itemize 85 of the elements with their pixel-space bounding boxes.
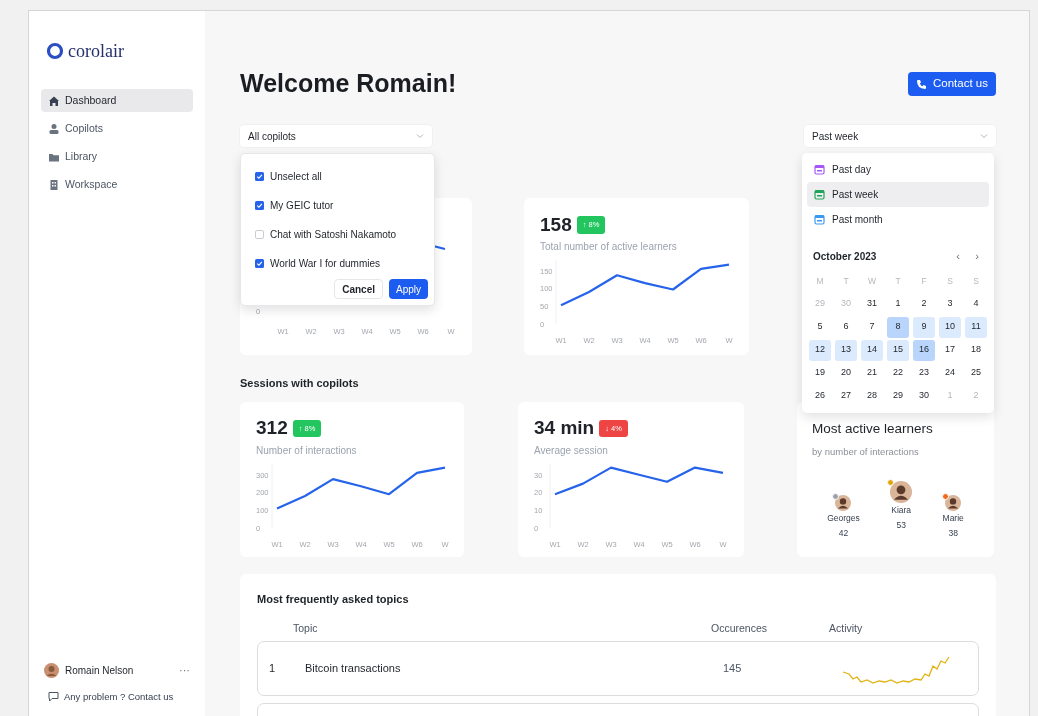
nav-item[interactable]: Dashboard <box>41 89 193 112</box>
apply-button[interactable]: Apply <box>389 279 428 299</box>
weekday-label: T <box>894 275 902 289</box>
learner-count: 38 <box>948 526 958 540</box>
column-header: Occurences <box>711 621 769 636</box>
prev-button[interactable]: ‹ <box>952 248 964 265</box>
weekday-label: M <box>815 275 825 289</box>
calendar-day[interactable]: 14 <box>861 339 883 361</box>
cancel-button[interactable]: Cancel <box>334 279 383 299</box>
calendar-day[interactable]: 12 <box>809 339 831 361</box>
calendar-day[interactable]: 4 <box>965 293 987 315</box>
calendar-day[interactable]: 26 <box>809 385 831 407</box>
card-title: Most frequently asked topics <box>257 591 410 607</box>
calendar-day[interactable]: 15 <box>887 339 909 361</box>
calendar-day[interactable]: 17 <box>939 339 961 361</box>
learner-count: 53 <box>896 518 906 532</box>
column-header: Activity <box>829 621 864 636</box>
calendar-day[interactable]: 25 <box>965 362 987 384</box>
calendar-day[interactable]: 28 <box>861 385 883 407</box>
calendar-day[interactable]: 30 <box>913 385 935 407</box>
checkbox-option[interactable]: World War I for dummies <box>241 249 434 278</box>
stat-value: 312 <box>256 416 288 441</box>
calendar-day[interactable]: 18 <box>965 339 987 361</box>
learner-count: 42 <box>838 526 849 540</box>
learner-name: Kiara <box>891 504 912 517</box>
calendar-day[interactable]: 16 <box>913 339 935 361</box>
calendar-day[interactable]: 29 <box>887 385 909 407</box>
calendar-day[interactable]: 7 <box>861 316 883 338</box>
calendar-day[interactable]: 27 <box>835 385 857 407</box>
calendar-day[interactable]: 31 <box>861 293 883 315</box>
checkbox-option[interactable]: Chat with Satoshi Nakamoto <box>241 220 434 249</box>
section-title: Sessions with copilots <box>240 376 359 391</box>
calendar-day[interactable]: 24 <box>939 362 961 384</box>
more-button[interactable]: ··· <box>179 665 190 677</box>
calendar-day[interactable]: 8 <box>887 316 909 338</box>
calendar-day[interactable]: 2 <box>913 293 935 315</box>
table-cell-text: 1 <box>269 661 277 677</box>
nav-item[interactable]: Workspace <box>41 173 193 196</box>
next-button[interactable]: › <box>971 248 983 265</box>
period-option[interactable]: Past month <box>807 207 989 232</box>
logo-text: corolair <box>68 42 124 60</box>
stat-label: Number of interactions <box>256 443 358 458</box>
contact-button[interactable]: Contact us <box>908 72 996 96</box>
stat-value: 158 <box>540 212 572 237</box>
calendar-day[interactable]: 19 <box>809 362 831 384</box>
learner-name: Marie <box>942 512 964 525</box>
calendar-day[interactable]: 13 <box>835 339 857 361</box>
stat-label: Total number of active learners <box>540 240 678 254</box>
checkbox-option[interactable]: Unselect all <box>241 162 434 191</box>
calendar-day[interactable]: 3 <box>939 293 961 315</box>
calendar-day[interactable]: 5 <box>809 316 831 338</box>
period-option[interactable]: Past day <box>807 157 989 182</box>
table-cell-text: Bitcoin transactions <box>305 661 402 677</box>
calendar-day[interactable]: 1 <box>887 293 909 315</box>
calendar-day[interactable]: 6 <box>835 316 857 338</box>
period-select[interactable]: Past week <box>804 125 996 147</box>
table-cell-text: 145 <box>723 661 743 677</box>
table-row[interactable]: 1 Bitcoin transactions 145 <box>257 641 979 696</box>
stat-label: Average session <box>534 443 609 458</box>
card-subtitle: by number of interactions <box>812 444 920 459</box>
calendar-day[interactable]: 9 <box>913 316 935 338</box>
calendar-day[interactable]: 22 <box>887 362 909 384</box>
card-title: Most active learners <box>812 419 934 438</box>
stat-value: 34 min <box>534 416 595 441</box>
calendar-day[interactable]: 11 <box>965 316 987 338</box>
month-label: October 2023 <box>813 249 878 264</box>
weekday-label: S <box>972 275 980 289</box>
weekday-label: S <box>946 275 954 289</box>
copilot-select[interactable]: All copilots <box>240 125 432 147</box>
learner-name: Georges <box>827 512 860 525</box>
calendar-day[interactable]: 23 <box>913 362 935 384</box>
calendar-day[interactable]: 20 <box>835 362 857 384</box>
calendar-day[interactable]: 21 <box>861 362 883 384</box>
user-name: Romain Nelson <box>65 664 135 679</box>
weekday-label: T <box>842 275 850 289</box>
checkbox-option[interactable]: My GEIC tutor <box>241 191 434 220</box>
calendar-day[interactable]: 10 <box>939 316 961 338</box>
weekday-label: W <box>867 275 877 289</box>
help-link[interactable]: Any problem ? Contact us <box>64 689 174 704</box>
period-option[interactable]: Past week <box>807 182 989 207</box>
nav-item[interactable]: Library <box>41 145 193 168</box>
nav-item[interactable]: Copilots <box>41 117 193 140</box>
column-header: Topic <box>293 621 319 636</box>
weekday-label: F <box>920 275 928 289</box>
page-title: Welcome Romain! <box>240 68 457 100</box>
